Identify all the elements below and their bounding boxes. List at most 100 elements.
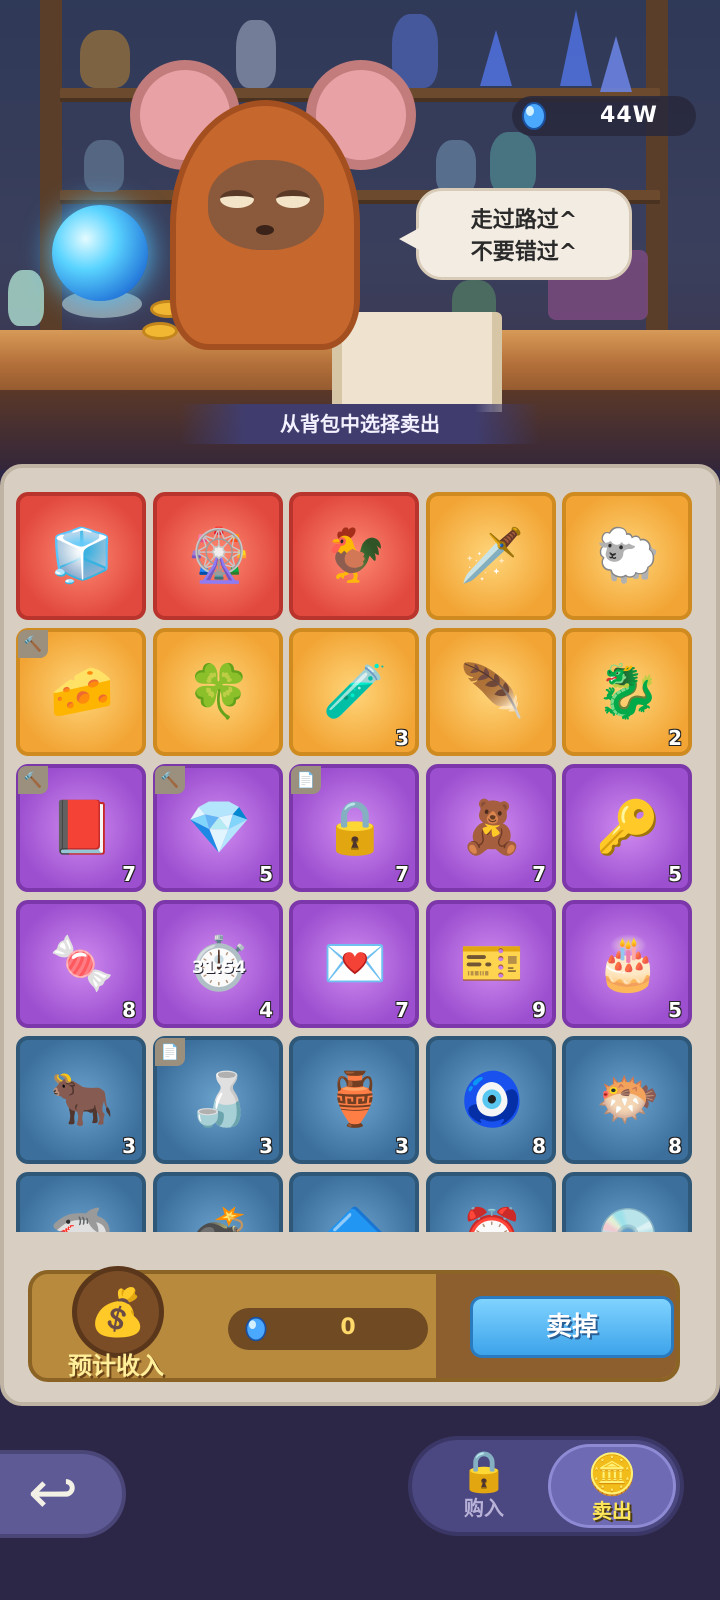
rooster-icon: 🐓 xyxy=(322,526,388,586)
item-count: 8 xyxy=(532,1134,546,1158)
hammer-tag-icon: 🔨 xyxy=(18,766,48,794)
item-count: 2 xyxy=(668,726,682,750)
bottle xyxy=(490,132,536,194)
evil-eye-charm-icon: 🧿 xyxy=(459,1070,525,1130)
inventory-slot[interactable]: 📕 🔨 7 xyxy=(16,764,146,892)
inventory-slot[interactable]: ⏱️ 31:54 4 xyxy=(153,900,283,1028)
mouse-eye xyxy=(276,190,310,208)
ice-cube-icon: 🧊 xyxy=(49,526,115,586)
golden-dragon-icon: 🐉 xyxy=(595,662,661,722)
jar-potion-icon: 🏺 xyxy=(322,1070,388,1130)
money-bag-icon: 💰 xyxy=(72,1266,164,1358)
golden-dagger-icon: 🗡️ xyxy=(459,526,525,586)
estimated-income-value: 0 xyxy=(340,1315,356,1340)
item-count: 9 xyxy=(532,998,546,1022)
inventory-slot[interactable]: 🎡 xyxy=(153,492,283,620)
love-letter-icon: 💌 xyxy=(322,934,388,994)
basket xyxy=(80,30,130,88)
inventory-slot[interactable]: 🧀 🔨 xyxy=(16,628,146,756)
inventory-slot[interactable]: 🔑 5 xyxy=(562,764,692,892)
inventory-slot[interactable]: 🧿 8 xyxy=(426,1036,556,1164)
inventory-slot[interactable]: 🧊 xyxy=(16,492,146,620)
inventory-slot[interactable]: 🍬 8 xyxy=(16,900,146,1028)
mouse-eye xyxy=(220,190,254,208)
back-button[interactable]: ↩ xyxy=(0,1450,126,1538)
inventory-slot[interactable]: 🐂 3 xyxy=(16,1036,146,1164)
estimated-income-label: 预计收入 xyxy=(68,1352,164,1380)
tab-buy-label: 购入 xyxy=(464,1496,504,1520)
shop-mode-tabs: 🔒 购入 🪙 卖出 xyxy=(408,1436,684,1536)
tab-sell[interactable]: 🪙 卖出 xyxy=(548,1444,676,1528)
silver-key-icon: 🔑 xyxy=(595,798,661,858)
red-book-icon: 📕 xyxy=(49,798,115,858)
inventory-slot[interactable]: 🐉 2 xyxy=(562,628,692,756)
vip-ticket-icon: 🎫 xyxy=(459,934,525,994)
item-count: 3 xyxy=(259,1134,273,1158)
blue-gem-icon xyxy=(522,102,546,130)
inventory-slot[interactable]: 🐡 8 xyxy=(562,1036,692,1164)
dialogue-line-2: 不要错过^ xyxy=(470,240,578,265)
hammer-tag-icon: 🔨 xyxy=(18,630,48,658)
inventory-slot[interactable]: 🔒 📄 7 xyxy=(289,764,419,892)
inventory-slot[interactable]: 🎂 5 xyxy=(562,900,692,1028)
disc-icon: 💿 xyxy=(588,1196,668,1232)
inventory-slot[interactable]: 🎫 9 xyxy=(426,900,556,1028)
inventory-slot[interactable]: 🦈 xyxy=(16,1172,146,1232)
teddy-bear-icon: 🧸 xyxy=(459,798,525,858)
golden-sheep-icon: 🐑 xyxy=(595,526,661,586)
inventory-slot[interactable]: 🗡️ xyxy=(426,492,556,620)
inventory-slot[interactable]: 🏺 3 xyxy=(289,1036,419,1164)
inventory-slot[interactable]: 💎 🔨 5 xyxy=(153,764,283,892)
blue-bottle-icon: 🍶 xyxy=(186,1070,252,1130)
inventory-slot[interactable]: 💿 xyxy=(562,1172,692,1232)
bull-figurine-icon: 🐂 xyxy=(49,1070,115,1130)
tab-buy[interactable]: 🔒 购入 xyxy=(420,1444,548,1528)
inventory-slot[interactable]: 🐓 xyxy=(289,492,419,620)
item-count: 8 xyxy=(122,998,136,1022)
clover-coin-icon: 🍀 xyxy=(186,662,252,722)
crystal-shard-icon: 🔷 xyxy=(315,1196,395,1232)
inventory-slot[interactable]: 💣 xyxy=(153,1172,283,1232)
shark-fin-icon: 🦈 xyxy=(42,1196,122,1232)
item-count: 3 xyxy=(395,1134,409,1158)
inventory-slot[interactable]: 🧪 3 xyxy=(289,628,419,756)
sell-button[interactable]: 卖掉 xyxy=(470,1296,674,1358)
item-count: 3 xyxy=(122,1134,136,1158)
inventory-slot[interactable]: 🔷 xyxy=(289,1172,419,1232)
shelf-post xyxy=(646,0,668,340)
inventory-slot[interactable]: 🪶 xyxy=(426,628,556,756)
crystal xyxy=(480,30,512,86)
inventory-slot[interactable]: 💌 7 xyxy=(289,900,419,1028)
inventory-slot[interactable]: ⏰ xyxy=(426,1172,556,1232)
tab-sell-label: 卖出 xyxy=(592,1499,632,1523)
shopping-bag-icon: 🔒 xyxy=(459,1449,509,1495)
chained-lock-icon: 🔒 xyxy=(322,798,388,858)
inventory-slot[interactable]: 🍀 xyxy=(153,628,283,756)
bomb-icon: 💣 xyxy=(179,1196,259,1232)
mouse-nose xyxy=(256,225,274,235)
item-count: 5 xyxy=(259,862,273,886)
inventory-slot[interactable]: 🍶 📄 3 xyxy=(153,1036,283,1164)
item-count: 5 xyxy=(668,998,682,1022)
candy-icon: 🍬 xyxy=(49,934,115,994)
inventory-slot[interactable]: 🧸 7 xyxy=(426,764,556,892)
item-grid[interactable]: 🧊 🎡 🐓 🗡️ 🐑 🧀 🔨 🍀 🧪 3 🪶 🐉 2 📕 🔨 7 💎 🔨 5 🔒 📄 7 🧸 7 🔑 5 🍬 8 ⏱️ 31:54 4 💌 7 🎫… xyxy=(16,492,706,1232)
star-potion-icon: 🧪 xyxy=(322,662,388,722)
item-count: 7 xyxy=(532,862,546,886)
bottle xyxy=(436,140,476,194)
inventory-slot[interactable]: 🐑 xyxy=(562,492,692,620)
inventory-panel: 🧊 🎡 🐓 🗡️ 🐑 🧀 🔨 🍀 🧪 3 🪶 🐉 2 📕 🔨 7 💎 🔨 5 🔒 📄 7 🧸 7 🔑 5 🍬 8 ⏱️ 31:54 4 💌 7 🎫… xyxy=(0,464,720,1406)
bottle xyxy=(8,270,44,326)
item-count: 7 xyxy=(395,862,409,886)
instruction-banner: 从背包中选择卖出 xyxy=(180,404,540,444)
alarm-clock-icon: ⏰ xyxy=(452,1196,532,1232)
crystal xyxy=(600,36,632,92)
blue-gem-item-icon: 💎 xyxy=(186,798,252,858)
sell-summary-bar: 💰 预计收入 0 卖掉 xyxy=(28,1266,680,1382)
puffer-fish-icon: 🐡 xyxy=(595,1070,661,1130)
golden-wheel-icon: 🎡 xyxy=(186,526,252,586)
hammer-tag-icon: 🔨 xyxy=(155,766,185,794)
back-arrow-icon: ↩ xyxy=(27,1458,79,1528)
item-count: 7 xyxy=(395,998,409,1022)
item-count: 5 xyxy=(668,862,682,886)
